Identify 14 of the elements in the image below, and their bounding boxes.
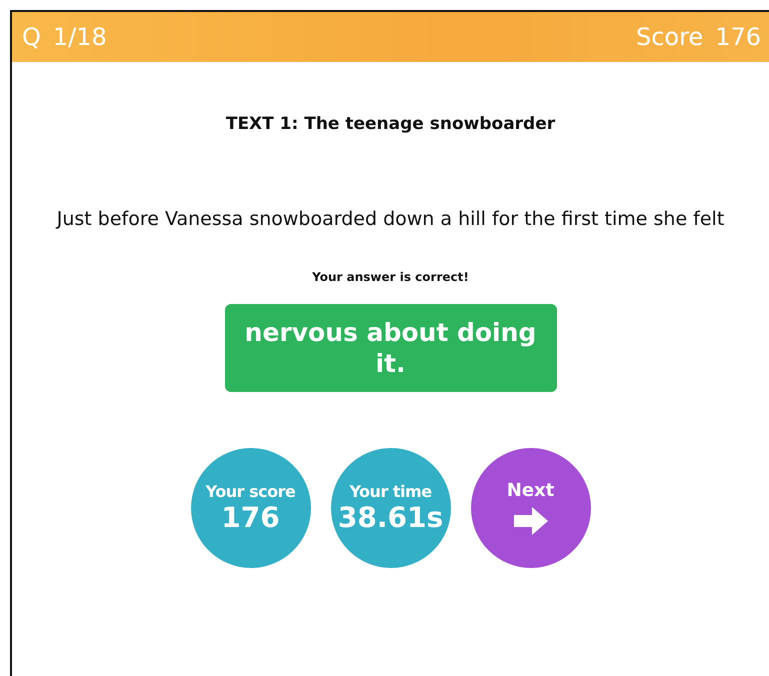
text-title: TEXT 1: The teenage snowboarder [226, 114, 556, 134]
score-value: 176 [715, 23, 761, 51]
question-counter: 1/18 [52, 23, 107, 51]
question-text: Just before Vanessa snowboarded down a hill for the first time she felt [54, 207, 726, 232]
stat-value: 176 [221, 501, 280, 534]
score-label: Score [636, 23, 704, 51]
arrow-icon [512, 504, 550, 536]
stat-value: 38.61s [338, 501, 444, 534]
answer-card: nervous about doing it. [224, 304, 556, 392]
stat-label: Your time [349, 482, 432, 501]
stat-label: Your score [206, 482, 296, 501]
next-button[interactable]: Next [470, 448, 590, 568]
question-label: Q [22, 23, 41, 51]
feedback-text: Your answer is correct! [312, 270, 469, 284]
